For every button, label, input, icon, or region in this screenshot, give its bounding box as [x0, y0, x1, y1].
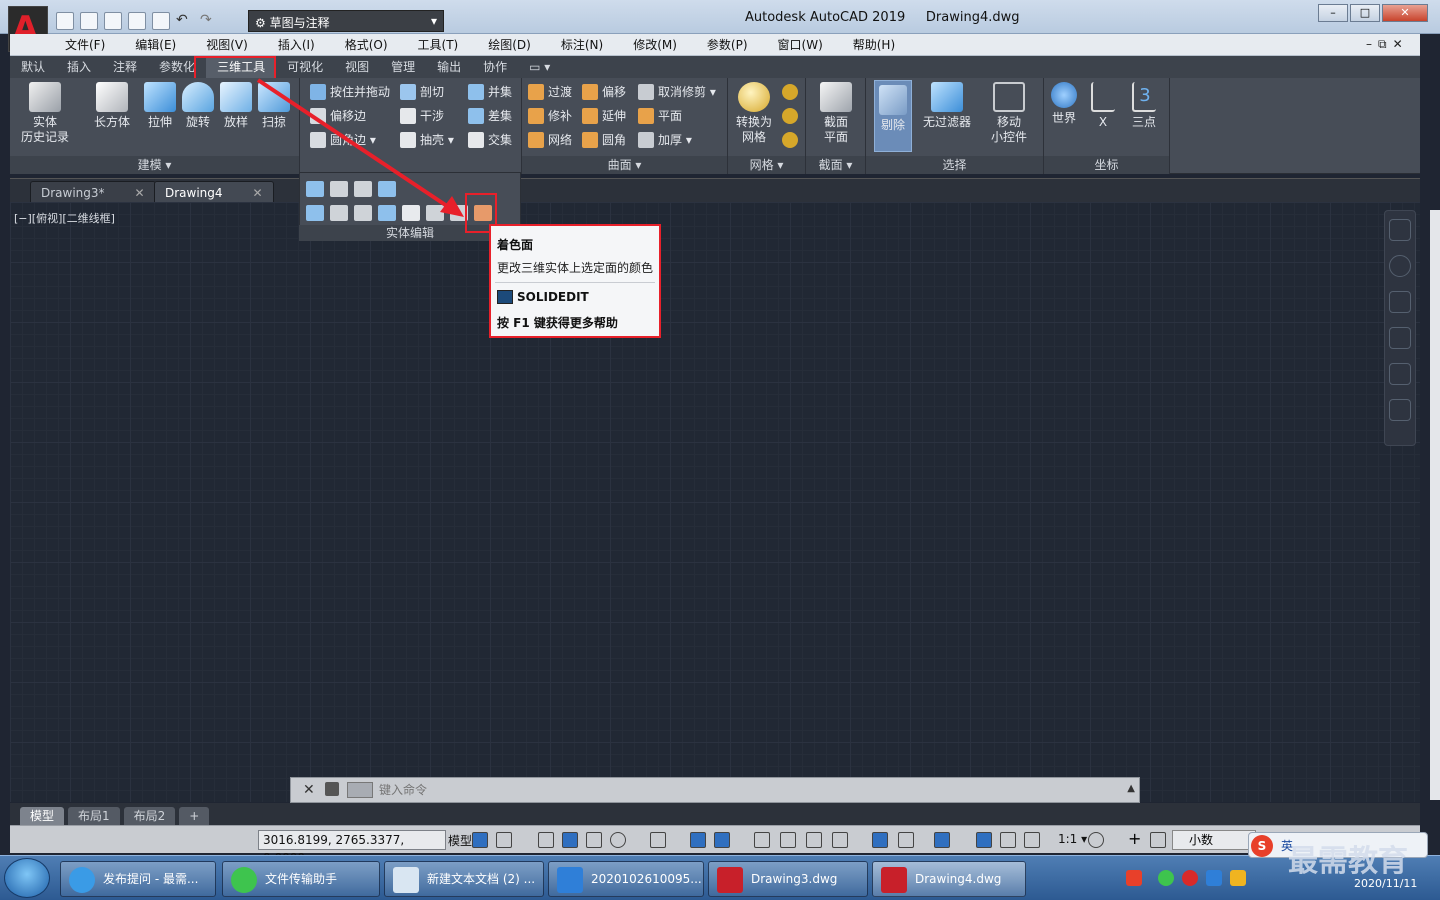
add-layout-button[interactable]: +	[179, 807, 210, 825]
start-button[interactable]	[4, 858, 50, 898]
autocad-icon	[717, 867, 743, 893]
sogou-icon: S	[1251, 835, 1273, 857]
taskbar-item-drawing4[interactable]: Drawing4.dwg	[872, 861, 1026, 897]
layout-tabs: 模型 布局1 布局2 +	[10, 803, 1420, 825]
sogou-tray-icon[interactable]	[1126, 870, 1142, 886]
taskbar-item-wechat[interactable]: 文件传输助手	[222, 861, 380, 897]
gear-icon[interactable]	[1088, 832, 1104, 848]
notepad-icon	[393, 867, 419, 893]
units-selector[interactable]: 小数	[1172, 830, 1256, 850]
transparency-icon[interactable]	[780, 832, 796, 848]
recent-commands-icon[interactable]	[347, 782, 373, 798]
ortho-icon[interactable]	[586, 832, 602, 848]
grid-icon[interactable]	[472, 832, 488, 848]
taskbar-item-video[interactable]: 2020102610095...	[548, 861, 704, 897]
taskbar-item-notepad[interactable]: 新建文本文档 (2) ...	[384, 861, 544, 897]
chevron-up-icon[interactable]: ▲	[1127, 783, 1135, 794]
gizmo-icon[interactable]	[934, 832, 950, 848]
wechat-tray-icon[interactable]	[1158, 870, 1174, 886]
annotation-scale-icon[interactable]	[1024, 832, 1040, 848]
command-input[interactable]	[379, 781, 1119, 799]
units-icon[interactable]	[1150, 832, 1166, 848]
object-snap-icon[interactable]	[714, 832, 730, 848]
infer-constraints-icon[interactable]	[538, 832, 554, 848]
security-tray-icon[interactable]	[1206, 870, 1222, 886]
tab-model[interactable]: 模型	[20, 807, 65, 825]
3d-object-snap-icon[interactable]	[832, 832, 848, 848]
close-command-line-icon[interactable]: ✕	[303, 782, 315, 798]
selection-cycling-icon[interactable]	[806, 832, 822, 848]
auto-scale-icon[interactable]	[1000, 832, 1016, 848]
customize-wrench-icon[interactable]	[325, 782, 339, 796]
netease-tray-icon[interactable]	[1182, 870, 1198, 886]
snap-icon[interactable]	[496, 832, 512, 848]
watermark: 最需教育	[1288, 844, 1408, 879]
command-icon	[497, 290, 513, 304]
tab-layout2[interactable]: 布局2	[123, 807, 176, 825]
lineweight-icon[interactable]	[754, 832, 770, 848]
annotation-arrow	[256, 78, 464, 217]
annotation-scale-selector[interactable]: 1:1 ▾	[1058, 832, 1087, 846]
plus-icon[interactable]: +	[1128, 831, 1144, 848]
isodraft-icon[interactable]	[650, 832, 666, 848]
tooltip-title: 着色面	[497, 238, 534, 252]
autocad-icon	[881, 867, 907, 893]
tab-layout1[interactable]: 布局1	[68, 807, 120, 825]
command-line: ✕ ▲	[290, 777, 1140, 803]
model-space-button[interactable]: 模型	[448, 832, 472, 849]
annotation-visibility-icon[interactable]	[976, 832, 992, 848]
taskbar-item-ie[interactable]: 发布提问 - 最需...	[60, 861, 216, 897]
selection-filter-icon[interactable]	[898, 832, 914, 848]
dynamic-input-icon[interactable]	[562, 832, 578, 848]
status-bar: 3016.8199, 2765.3377, 0.0000 模型 1:1 ▾ + …	[10, 825, 1420, 865]
taskbar: 发布提问 - 最需... 文件传输助手 新建文本文档 (2) ... 20201…	[0, 855, 1440, 900]
dynamic-ucs-icon[interactable]	[872, 832, 888, 848]
tooltip-color-faces: 着色面 更改三维实体上选定面的颜色 SOLIDEDIT 按 F1 键获得更多帮助	[489, 224, 661, 338]
polar-icon[interactable]	[610, 832, 626, 848]
video-editor-icon	[557, 867, 583, 893]
tooltip-command: SOLIDEDIT	[517, 290, 589, 304]
tooltip-divider	[495, 282, 655, 283]
network-tray-icon[interactable]	[1230, 870, 1246, 886]
coordinates-readout: 3016.8199, 2765.3377, 0.0000	[258, 830, 446, 865]
tooltip-description: 更改三维实体上选定面的颜色	[497, 261, 654, 275]
object-snap-tracking-icon[interactable]	[690, 832, 706, 848]
tooltip-help: 按 F1 键获得更多帮助	[497, 316, 618, 330]
taskbar-item-drawing3[interactable]: Drawing3.dwg	[708, 861, 868, 897]
wechat-icon	[231, 867, 257, 893]
ie-icon	[69, 867, 95, 893]
